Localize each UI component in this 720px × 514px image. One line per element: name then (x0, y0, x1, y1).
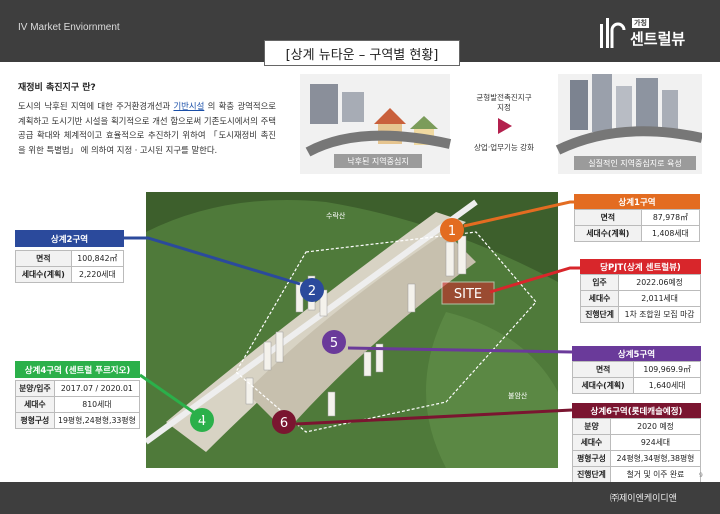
site-table: 입주 2022.06예정 세대수 2,011세대 진행단계 1차 조합원 모집 마감 (579, 274, 701, 323)
zone-5-table: 면적 109,969.9㎡ 세대수(계획) 1,640세대 (571, 361, 701, 394)
zone-1-header: 상계1구역 (574, 194, 700, 209)
zone-2-table: 면적 100,842㎡ 세대수(계획) 2,220세대 (15, 250, 125, 283)
zone-1-table: 면적 87,978㎡ 세대수(계획) 1,408세대 (574, 209, 701, 242)
company-name: ㈜제이엔케이디앤 (610, 494, 677, 504)
zone-2-header: 상계2구역 (15, 230, 124, 247)
page-number: 9 (699, 472, 703, 479)
site-header: 당PJT(상계 센트럴뷰) (580, 259, 701, 274)
zone-6-table: 분양 2020 예정 세대수 924세대 평형구성 24평형,34평형,38평형 진행… (572, 418, 702, 483)
zone-6-header: 상계6구역(롯데캐슬예정) (572, 403, 701, 418)
zone-4-header: 상계4구역 (센트럴 푸르지오) (15, 361, 140, 378)
zone-4-table: 분양/입주 2017.07 / 2020.01 세대수 810세대 평형구성 19평형… (15, 380, 141, 429)
zone-5-header: 상계5구역 (572, 346, 701, 361)
